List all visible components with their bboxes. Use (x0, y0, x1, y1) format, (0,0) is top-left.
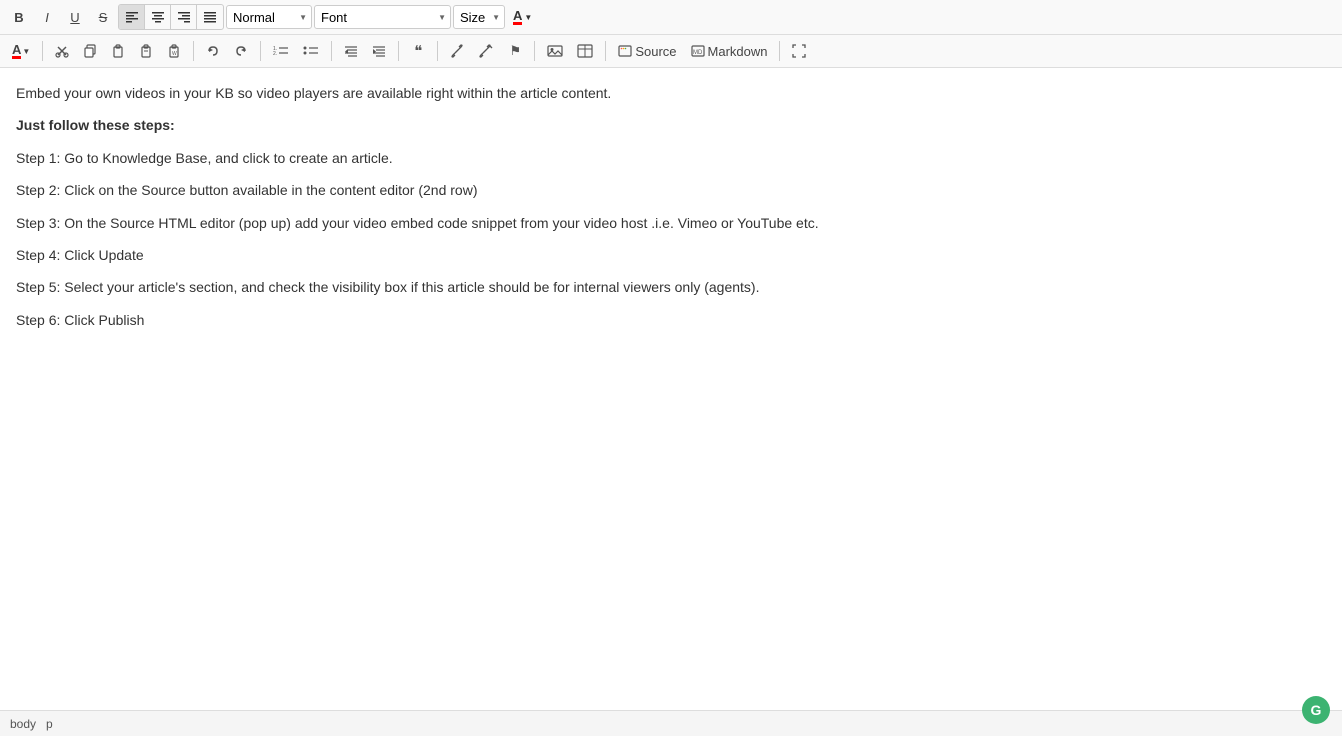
paragraph-select-wrapper: Normal Heading 1 Heading 2 Heading 3 (226, 5, 312, 29)
undo-button[interactable] (200, 39, 226, 63)
toolbar-row1: B I U S Normal Heading 1 Heading 2 Headi… (0, 0, 1342, 35)
sep9 (779, 41, 780, 61)
content-step3: Step 3: On the Source HTML editor (pop u… (16, 212, 1326, 234)
redo-icon (234, 44, 248, 58)
strikethrough-button[interactable]: S (90, 5, 116, 29)
markdown-label: Markdown (708, 44, 768, 59)
underline-button[interactable]: U (62, 5, 88, 29)
statusbar-tag2: p (46, 717, 53, 731)
unlink-icon (478, 44, 494, 58)
cut-button[interactable] (49, 39, 75, 63)
size-select-wrapper: Size 8 10 12 14 16 (453, 5, 505, 29)
link-button[interactable] (444, 39, 470, 63)
copy-icon (83, 44, 97, 58)
align-group (118, 4, 224, 30)
font-color2-a: A (12, 43, 21, 59)
markdown-icon: MD (691, 44, 705, 58)
redo-button[interactable] (228, 39, 254, 63)
paste-button[interactable] (105, 39, 131, 63)
sep5 (398, 41, 399, 61)
freshdesk-badge-letter: G (1311, 702, 1322, 718)
table-button[interactable] (571, 39, 599, 63)
italic-button[interactable]: I (34, 5, 60, 29)
font-color-a: A (513, 9, 522, 25)
freshdesk-badge[interactable]: G (1302, 696, 1330, 724)
fullscreen-icon (792, 44, 806, 58)
image-button[interactable] (541, 39, 569, 63)
content-step1: Step 1: Go to Knowledge Base, and click … (16, 147, 1326, 169)
svg-text:W: W (172, 51, 177, 57)
outdent-icon (344, 44, 358, 58)
table-icon (577, 44, 593, 58)
source-icon (618, 44, 632, 58)
outdent-button[interactable] (338, 39, 364, 63)
paste-icon (111, 44, 125, 58)
font-color-button[interactable]: A ▼ (507, 5, 538, 29)
content-line2: Just follow these steps: (16, 114, 1326, 136)
undo-icon (206, 44, 220, 58)
editor-area[interactable]: Embed your own videos in your KB so vide… (0, 68, 1342, 710)
sep2 (193, 41, 194, 61)
content-line1: Embed your own videos in your KB so vide… (16, 82, 1326, 104)
blockquote-button[interactable]: ❝ (405, 39, 431, 63)
content-step5: Step 5: Select your article's section, a… (16, 276, 1326, 298)
indent-icon (372, 44, 386, 58)
sep7 (534, 41, 535, 61)
ordered-list-icon: 1.2. (273, 44, 289, 58)
anchor-button[interactable]: ⚑ (502, 39, 528, 63)
unordered-list-button[interactable] (297, 39, 325, 63)
paste-word-icon: W (167, 44, 181, 58)
font-color-chevron: ▼ (524, 13, 532, 22)
markdown-button[interactable]: MD Markdown (685, 39, 774, 63)
font-color2-button[interactable]: A ▼ (6, 39, 36, 63)
image-icon (547, 44, 563, 58)
toolbar-row2: A ▼ W 1.2. (0, 35, 1342, 68)
content-step6: Step 6: Click Publish (16, 309, 1326, 331)
align-right-button[interactable] (171, 5, 197, 29)
size-select[interactable]: Size 8 10 12 14 16 (453, 5, 505, 29)
copy-button[interactable] (77, 39, 103, 63)
paste-word-button[interactable]: W (161, 39, 187, 63)
paste-text-icon (139, 44, 153, 58)
font-select[interactable]: Font Arial Times New Roman Courier (314, 5, 451, 29)
font-color2-chevron: ▼ (22, 47, 30, 56)
svg-text:2.: 2. (273, 51, 277, 57)
sep1 (42, 41, 43, 61)
sep3 (260, 41, 261, 61)
align-left-button[interactable] (119, 5, 145, 29)
ordered-list-button[interactable]: 1.2. (267, 39, 295, 63)
source-button[interactable]: Source (612, 39, 682, 63)
paragraph-select[interactable]: Normal Heading 1 Heading 2 Heading 3 (226, 5, 312, 29)
svg-text:MD: MD (693, 50, 703, 56)
align-center-button[interactable] (145, 5, 171, 29)
font-select-wrapper: Font Arial Times New Roman Courier (314, 5, 451, 29)
bold-button[interactable]: B (6, 5, 32, 29)
source-label: Source (635, 44, 676, 59)
sep6 (437, 41, 438, 61)
sep8 (605, 41, 606, 61)
unlink-button[interactable] (472, 39, 500, 63)
content-step4: Step 4: Click Update (16, 244, 1326, 266)
fullscreen-button[interactable] (786, 39, 812, 63)
cut-icon (55, 44, 69, 58)
paste-text-button[interactable] (133, 39, 159, 63)
indent-button[interactable] (366, 39, 392, 63)
align-justify-button[interactable] (197, 5, 223, 29)
unordered-list-icon (303, 44, 319, 58)
sep4 (331, 41, 332, 61)
statusbar: body p (0, 710, 1342, 736)
link-icon (450, 44, 464, 58)
content-step2: Step 2: Click on the Source button avail… (16, 179, 1326, 201)
statusbar-tag1: body (10, 717, 36, 731)
